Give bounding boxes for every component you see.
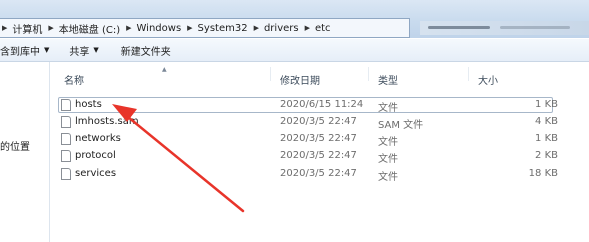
navigation-pane: 的位置 [0, 62, 50, 242]
file-icon [61, 116, 71, 128]
breadcrumb-item-computer[interactable]: ▶ 计算机 [0, 21, 42, 36]
file-type: SAM 文件 [378, 120, 424, 131]
search-box-blurred[interactable] [420, 21, 589, 35]
file-date: 2020/3/5 22:47 [280, 168, 357, 179]
column-header-date[interactable]: 修改日期 [280, 72, 320, 87]
file-date: 2020/6/15 11:24 [280, 99, 364, 110]
file-type: 文件 [378, 137, 398, 148]
breadcrumb-item-system32[interactable]: ▶ System32 [185, 23, 247, 34]
file-name: hosts [75, 99, 102, 110]
chevron-right-icon: ▶ [48, 24, 54, 32]
file-icon [61, 168, 71, 180]
file-size: 4 KB [535, 116, 558, 127]
file-date: 2020/3/5 22:47 [280, 133, 357, 144]
dropdown-arrow-icon: ▼ [44, 46, 50, 54]
chevron-right-icon: ▶ [2, 24, 8, 32]
file-type: 文件 [378, 154, 398, 165]
column-divider[interactable] [368, 67, 369, 81]
address-bar-region: ▶ 计算机 ▶ 本地磁盘 (C:) ▶ Windows ▶ System32 ▶… [0, 0, 589, 38]
breadcrumb-item-etc[interactable]: ▶ etc [303, 23, 331, 34]
column-header-name[interactable]: 名称 [64, 72, 84, 87]
file-date: 2020/3/5 22:47 [280, 116, 357, 127]
file-name: lmhosts.sam [75, 116, 139, 127]
file-size: 18 KB [528, 168, 558, 179]
file-row-protocol[interactable]: protocol 2020/3/5 22:47 文件 2 KB [58, 148, 573, 165]
file-name: networks [75, 133, 121, 144]
file-name: protocol [75, 150, 116, 161]
chevron-right-icon: ▶ [187, 24, 193, 32]
breadcrumb-item-windows[interactable]: ▶ Windows [124, 23, 181, 34]
file-size: 1 KB [535, 133, 558, 144]
column-divider[interactable] [468, 67, 469, 81]
file-row-lmhosts[interactable]: lmhosts.sam 2020/3/5 22:47 SAM 文件 4 KB [58, 114, 573, 131]
file-row-hosts[interactable]: hosts 2020/6/15 11:24 文件 1 KB [58, 97, 573, 114]
blurred-text [428, 26, 490, 29]
sort-indicator-icon: ▲ [162, 66, 167, 73]
file-name: services [75, 168, 117, 179]
file-row-networks[interactable]: networks 2020/3/5 22:47 文件 1 KB [58, 131, 573, 148]
breadcrumb[interactable]: ▶ 计算机 ▶ 本地磁盘 (C:) ▶ Windows ▶ System32 ▶… [0, 18, 410, 38]
column-header-row: ▲ 名称 修改日期 类型 大小 [50, 62, 589, 87]
file-type: 文件 [378, 172, 398, 183]
blurred-text [500, 26, 570, 29]
breadcrumb-item-drivers[interactable]: ▶ drivers [252, 23, 299, 34]
file-list: ▲ 名称 修改日期 类型 大小 hosts 2020/6/15 11:24 文件… [50, 62, 589, 242]
column-header-size[interactable]: 大小 [478, 72, 498, 87]
column-header-type[interactable]: 类型 [378, 72, 398, 87]
file-icon [61, 150, 71, 162]
file-size: 1 KB [535, 99, 558, 110]
file-type: 文件 [378, 103, 398, 114]
new-folder-button[interactable]: 新建文件夹 [121, 43, 171, 58]
dropdown-arrow-icon: ▼ [93, 46, 99, 54]
share-button[interactable]: 共享 ▼ [69, 43, 98, 58]
file-date: 2020/3/5 22:47 [280, 150, 357, 161]
breadcrumb-item-local-disk[interactable]: ▶ 本地磁盘 (C:) [46, 21, 120, 36]
chevron-right-icon: ▶ [304, 24, 310, 32]
chevron-right-icon: ▶ [253, 24, 259, 32]
chevron-right-icon: ▶ [126, 24, 132, 32]
column-divider[interactable] [270, 67, 271, 81]
command-toolbar: 含到库中 ▼ 共享 ▼ 新建文件夹 [0, 38, 589, 62]
file-row-services[interactable]: services 2020/3/5 22:47 文件 18 KB [58, 166, 573, 183]
nav-item-recent-places[interactable]: 的位置 [0, 138, 30, 153]
file-size: 2 KB [535, 150, 558, 161]
include-in-library-button[interactable]: 含到库中 ▼ [0, 43, 49, 58]
file-icon [61, 133, 71, 145]
file-icon [61, 99, 71, 111]
